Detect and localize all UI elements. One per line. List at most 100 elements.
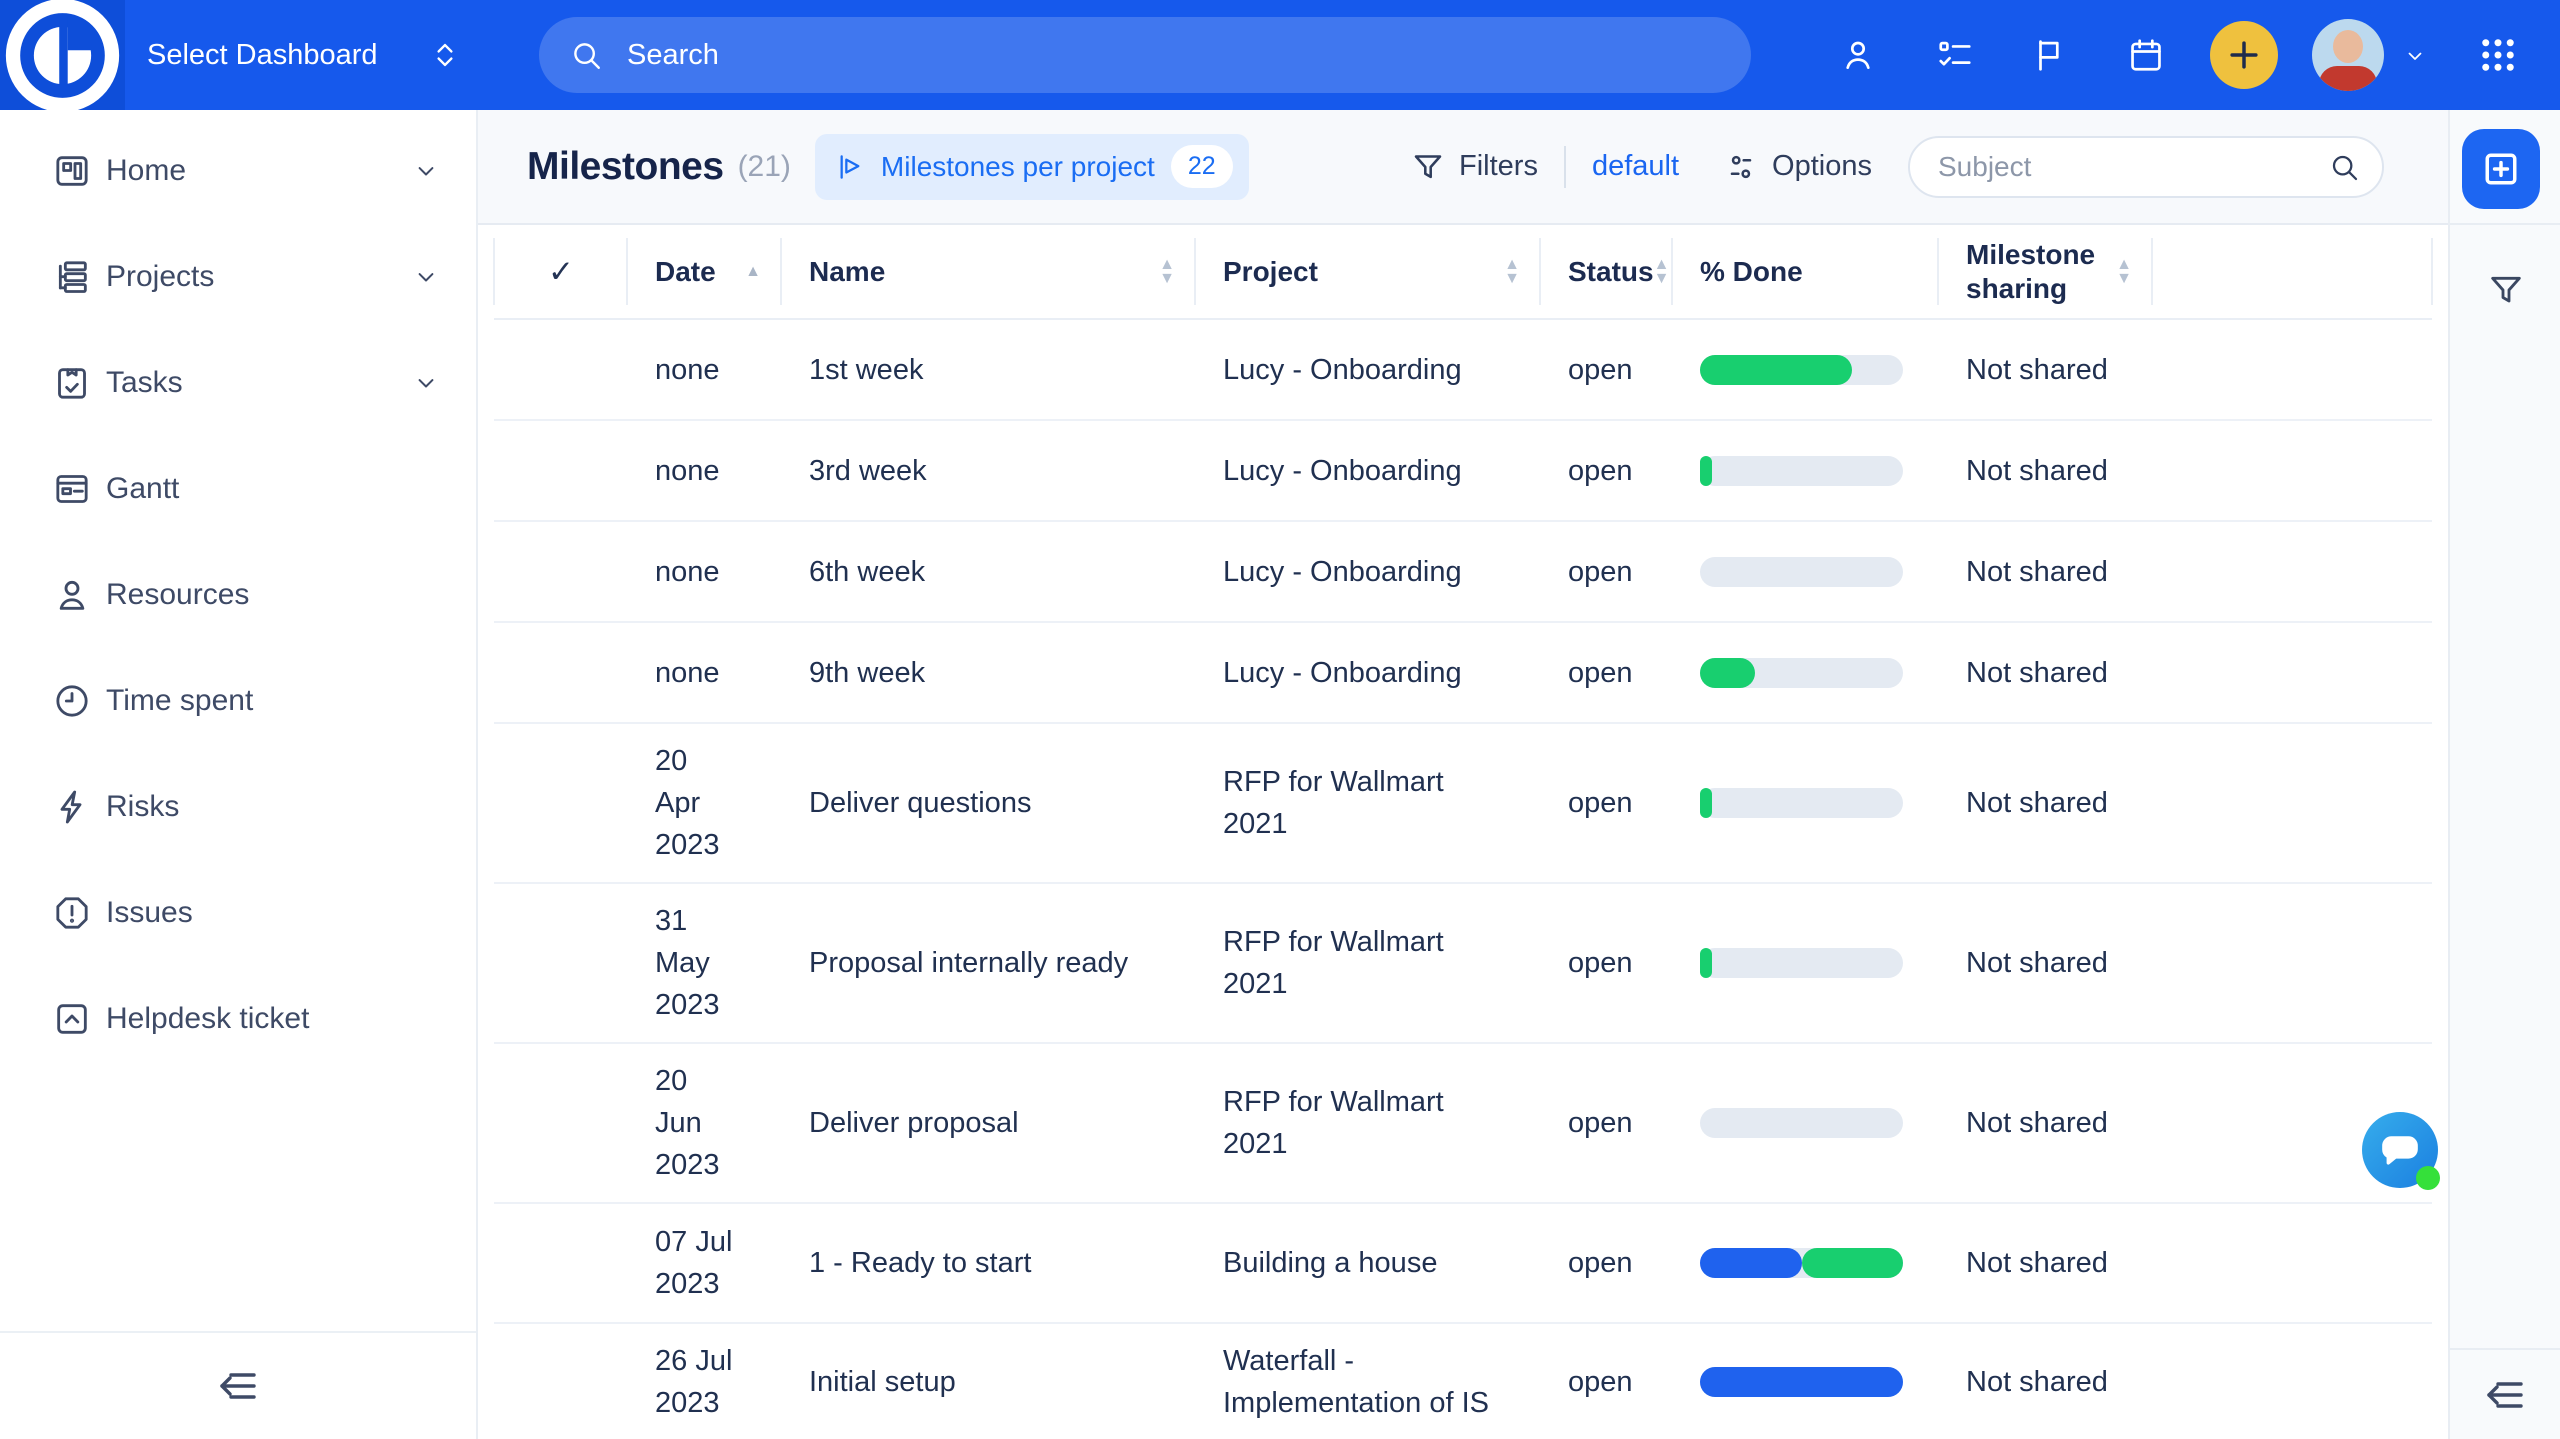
quick-add-button[interactable] [2210, 21, 2278, 89]
checklist-icon[interactable] [1936, 36, 1974, 74]
sidebar-item-home[interactable]: Home [0, 118, 476, 224]
spacer-cell [2152, 421, 2432, 520]
table-row[interactable]: none3rd weekLucy - OnboardingopenNot sha… [494, 421, 2432, 522]
table-row[interactable]: none9th weekLucy - Onboardingopen Not sha… [494, 623, 2432, 724]
project-cell: Lucy - Onboarding [1195, 320, 1540, 419]
done-cell [1672, 1324, 1938, 1439]
sharing-cell: Not shared [1938, 1324, 2152, 1439]
sidebar-item-tasks[interactable]: Tasks [0, 330, 476, 436]
options-button[interactable]: Options [1723, 149, 1872, 185]
table-row[interactable]: none6th weekLucy - OnboardingopenNot sha… [494, 522, 2432, 623]
name-cell: Proposal internally ready [781, 884, 1195, 1042]
row-select-cell[interactable] [494, 884, 627, 1042]
name-cell: 6th week [781, 522, 1195, 621]
funnel-icon [1410, 149, 1446, 185]
dashboard-selector[interactable]: Select Dashboard [147, 0, 462, 110]
project-cell: Lucy - Onboarding [1195, 623, 1540, 722]
table-row[interactable]: 20 Jun 2023Deliver proposalRFP for Wallm… [494, 1044, 2432, 1204]
done-cell [1672, 884, 1938, 1042]
sidebar-item-helpdesk-ticket[interactable]: Helpdesk ticket [0, 966, 476, 1072]
rail-collapse-icon[interactable] [2481, 1371, 2529, 1419]
date-cell: 20 Apr 2023 [627, 724, 781, 882]
global-search-placeholder: Search [627, 39, 719, 72]
row-select-cell[interactable] [494, 1324, 627, 1439]
flag-icon[interactable] [2031, 36, 2069, 74]
column-header-date[interactable]: Date▲ [627, 225, 781, 318]
user-icon[interactable] [1839, 36, 1877, 74]
name-cell: 9th week [781, 623, 1195, 722]
row-select-cell[interactable] [494, 724, 627, 882]
user-avatar[interactable] [2312, 19, 2384, 91]
column-header-done[interactable]: % Done [1672, 225, 1938, 318]
sidebar-item-label: Issues [106, 896, 440, 930]
row-select-cell[interactable] [494, 1044, 627, 1202]
row-select-cell[interactable] [494, 623, 627, 722]
sharing-cell: Not shared [1938, 320, 2152, 419]
table-row[interactable]: 20 Apr 2023Deliver questionsRFP for Wall… [494, 724, 2432, 884]
chevron-down-icon [412, 157, 440, 185]
sidebar-item-resources[interactable]: Resources [0, 542, 476, 648]
right-rail [2448, 110, 2560, 1439]
spacer-cell [2152, 1204, 2432, 1322]
row-select-cell[interactable] [494, 1204, 627, 1322]
subject-search-input[interactable] [1938, 151, 2328, 183]
sidebar-item-projects[interactable]: Projects [0, 224, 476, 330]
done-cell [1672, 522, 1938, 621]
table-body: none1st weekLucy - OnboardingopenNot sha… [494, 320, 2432, 1439]
progress-bar [1700, 658, 1903, 688]
add-new-button[interactable] [2462, 129, 2540, 209]
column-header-status[interactable]: Status▲▼ [1540, 225, 1672, 318]
progress-bar [1700, 788, 1903, 818]
sidebar-item-label: Risks [106, 790, 440, 824]
chat-widget-button[interactable] [2362, 1112, 2438, 1188]
project-cell: RFP for Wallmart 2021 [1195, 1044, 1540, 1202]
calendar-icon[interactable] [2127, 36, 2165, 74]
project-cell: Lucy - Onboarding [1195, 421, 1540, 520]
status-cell: open [1540, 1044, 1672, 1202]
sidebar-item-gantt[interactable]: Gantt [0, 436, 476, 542]
sidebar-item-time-spent[interactable]: Time spent [0, 648, 476, 754]
milestone-icon [835, 151, 867, 183]
square-plus-icon [2479, 147, 2523, 191]
tasks-icon [52, 363, 92, 403]
sidebar-collapse-icon[interactable] [214, 1362, 262, 1410]
row-select-cell[interactable] [494, 522, 627, 621]
apps-grid-icon[interactable] [2477, 34, 2519, 76]
column-header-name[interactable]: Name▲▼ [781, 225, 1195, 318]
app-logo[interactable] [0, 0, 125, 110]
sliders-icon [1723, 149, 1759, 185]
top-bar: Select Dashboard Search [0, 0, 2560, 110]
table-row[interactable]: 07 Jul 20231 - Ready to startBuilding a … [494, 1204, 2432, 1324]
date-cell: none [627, 623, 781, 722]
status-cell: open [1540, 623, 1672, 722]
column-label: Project [1223, 255, 1318, 289]
progress-segment-green [1700, 456, 1712, 486]
sidebar-item-risks[interactable]: Risks [0, 754, 476, 860]
row-select-cell[interactable] [494, 421, 627, 520]
status-cell: open [1540, 320, 1672, 419]
global-search[interactable]: Search [539, 17, 1751, 93]
column-label: Status [1568, 255, 1654, 289]
sidebar-item-label: Projects [106, 260, 412, 294]
project-cell: RFP for Wallmart 2021 [1195, 884, 1540, 1042]
sidebar-item-label: Home [106, 154, 412, 188]
subject-search-icon[interactable] [2328, 151, 2360, 183]
table-row[interactable]: none1st weekLucy - OnboardingopenNot sha… [494, 320, 2432, 421]
column-header-sharing[interactable]: Milestone sharing▲▼ [1938, 225, 2152, 318]
filter-preset-link[interactable]: default [1592, 150, 1679, 183]
rail-filter-icon[interactable] [2486, 270, 2526, 310]
spacer-cell [2152, 1324, 2432, 1439]
sidebar-item-issues[interactable]: Issues [0, 860, 476, 966]
column-header-check[interactable]: ✓ [494, 225, 627, 318]
avatar-chevron-down-icon[interactable] [2400, 44, 2430, 68]
milestones-per-project-button[interactable]: Milestones per project 22 [815, 134, 1249, 200]
table-row[interactable]: 31 May 2023Proposal internally readyRFP … [494, 884, 2432, 1044]
spacer-cell [2152, 522, 2432, 621]
sort-arrows-icon: ▲▼ [1159, 258, 1175, 286]
name-cell: 1 - Ready to start [781, 1204, 1195, 1322]
sharing-cell: Not shared [1938, 623, 2152, 722]
row-select-cell[interactable] [494, 320, 627, 419]
filters-button[interactable]: Filters [1410, 149, 1538, 185]
table-row[interactable]: 26 Jul 2023Initial setupWaterfall - Impl… [494, 1324, 2432, 1439]
column-header-project[interactable]: Project▲▼ [1195, 225, 1540, 318]
